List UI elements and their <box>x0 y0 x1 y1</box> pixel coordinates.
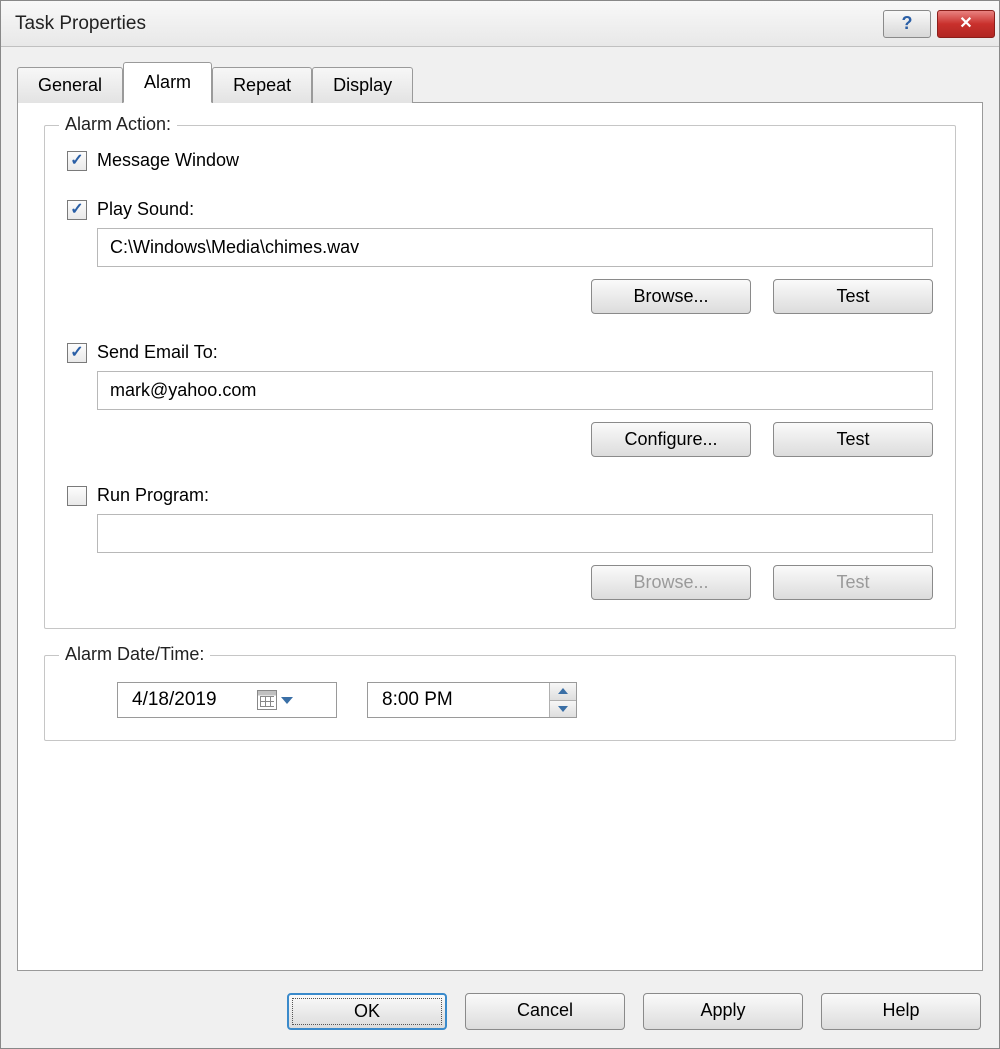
message-window-section: Message Window <box>67 150 933 171</box>
arrow-up-icon <box>558 688 568 694</box>
titlebar: Task Properties ? ✕ <box>1 1 999 47</box>
send-email-address-input[interactable] <box>97 371 933 410</box>
alarm-action-legend: Alarm Action: <box>59 114 177 135</box>
arrow-down-icon <box>558 706 568 712</box>
send-email-label: Send Email To: <box>97 342 218 363</box>
tab-panel-alarm: Alarm Action: Message Window Play Sound: <box>17 102 983 971</box>
close-button[interactable]: ✕ <box>937 10 995 38</box>
window-title: Task Properties <box>15 13 146 35</box>
dialog-window: Task Properties ? ✕ General Alarm Repeat… <box>0 0 1000 1049</box>
play-sound-browse-button[interactable]: Browse... <box>591 279 751 314</box>
help-dialog-button[interactable]: Help <box>821 993 981 1030</box>
alarm-datetime-legend: Alarm Date/Time: <box>59 644 210 665</box>
message-window-checkbox[interactable] <box>67 151 87 171</box>
time-spinner <box>549 683 576 717</box>
chevron-down-icon <box>281 697 293 704</box>
run-program-test-button: Test <box>773 565 933 600</box>
send-email-configure-button[interactable]: Configure... <box>591 422 751 457</box>
run-program-section: Run Program: Browse... Test <box>67 485 933 600</box>
alarm-time-value: 8:00 PM <box>368 683 549 717</box>
play-sound-test-button[interactable]: Test <box>773 279 933 314</box>
apply-button[interactable]: Apply <box>643 993 803 1030</box>
alarm-time-picker[interactable]: 8:00 PM <box>367 682 577 718</box>
alarm-datetime-group: Alarm Date/Time: 4/18/2019 8:00 PM <box>44 655 956 741</box>
play-sound-label: Play Sound: <box>97 199 194 220</box>
dialog-button-bar: OK Cancel Apply Help <box>1 979 999 1048</box>
cancel-button[interactable]: Cancel <box>465 993 625 1030</box>
ok-button[interactable]: OK <box>287 993 447 1030</box>
play-sound-section: Play Sound: Browse... Test <box>67 199 933 314</box>
titlebar-controls: ? ✕ <box>883 10 995 38</box>
run-program-path-input[interactable] <box>97 514 933 553</box>
alarm-date-dropdown-button[interactable] <box>257 690 293 710</box>
help-icon: ? <box>902 13 913 34</box>
send-email-section: Send Email To: Configure... Test <box>67 342 933 457</box>
send-email-checkbox[interactable] <box>67 343 87 363</box>
play-sound-checkbox[interactable] <box>67 200 87 220</box>
tab-general[interactable]: General <box>17 67 123 103</box>
help-button[interactable]: ? <box>883 10 931 38</box>
tab-alarm[interactable]: Alarm <box>123 62 212 103</box>
tab-repeat[interactable]: Repeat <box>212 67 312 103</box>
content-area: General Alarm Repeat Display Alarm Actio… <box>1 47 999 979</box>
calendar-icon <box>257 690 277 710</box>
tab-strip: General Alarm Repeat Display <box>17 61 983 102</box>
close-icon: ✕ <box>959 16 972 32</box>
alarm-action-group: Alarm Action: Message Window Play Sound: <box>44 125 956 629</box>
play-sound-path-input[interactable] <box>97 228 933 267</box>
alarm-date-value: 4/18/2019 <box>132 689 217 711</box>
run-program-browse-button: Browse... <box>591 565 751 600</box>
time-spin-up-button[interactable] <box>550 683 576 701</box>
run-program-label: Run Program: <box>97 485 209 506</box>
run-program-checkbox[interactable] <box>67 486 87 506</box>
tab-display[interactable]: Display <box>312 67 413 103</box>
send-email-test-button[interactable]: Test <box>773 422 933 457</box>
message-window-label: Message Window <box>97 150 239 171</box>
alarm-date-picker[interactable]: 4/18/2019 <box>117 682 337 718</box>
time-spin-down-button[interactable] <box>550 701 576 718</box>
